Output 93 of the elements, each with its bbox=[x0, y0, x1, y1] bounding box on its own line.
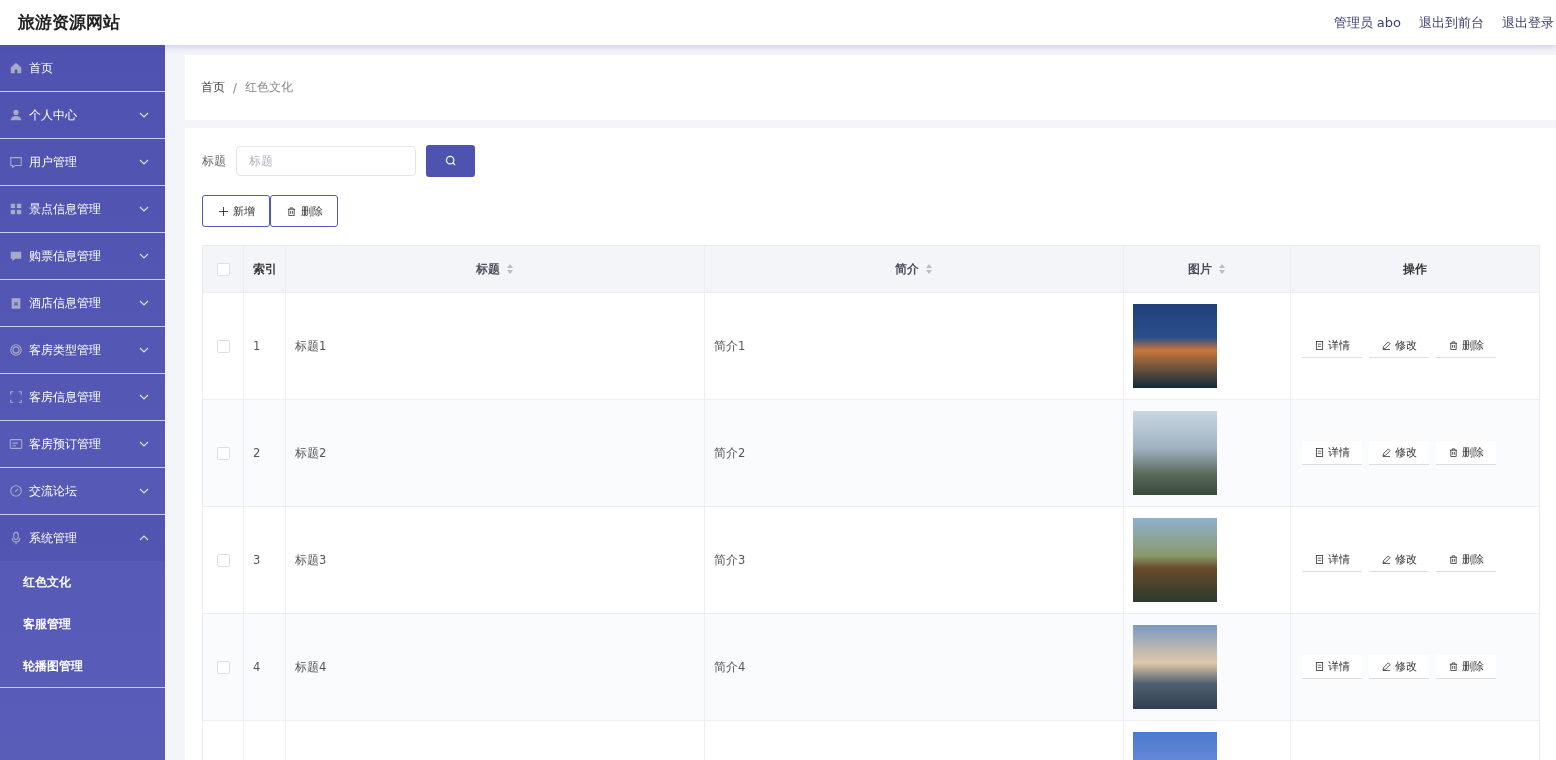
chevron-icon bbox=[139, 394, 149, 400]
sidebar-item[interactable]: 客房预订管理 bbox=[0, 421, 165, 468]
sidebar-item[interactable]: 客房类型管理 bbox=[0, 327, 165, 374]
sidebar-item[interactable]: 景点信息管理 bbox=[0, 186, 165, 233]
plus-icon bbox=[219, 206, 228, 216]
table-cell: 1 bbox=[253, 339, 261, 353]
chevron-icon bbox=[139, 535, 149, 541]
sort-icon[interactable] bbox=[506, 263, 514, 275]
submenu-item[interactable]: 客服管理 bbox=[0, 603, 165, 645]
delete-button[interactable]: 删除 bbox=[1436, 655, 1496, 679]
sidebar-item[interactable]: 首页 bbox=[0, 45, 165, 92]
header-link[interactable]: 退出登录 bbox=[1502, 13, 1554, 32]
trash-icon bbox=[1448, 448, 1458, 457]
delete-button[interactable]: 删除 bbox=[1436, 441, 1496, 465]
edit-button[interactable]: 修改 bbox=[1369, 441, 1429, 465]
compass-icon bbox=[9, 484, 23, 498]
trash-icon bbox=[1448, 341, 1458, 350]
sidebar-item[interactable]: 系统管理 bbox=[0, 515, 165, 561]
ring-icon bbox=[9, 343, 23, 357]
sort-icon[interactable] bbox=[1218, 263, 1226, 275]
trash-icon bbox=[1448, 662, 1458, 671]
frame-icon bbox=[9, 390, 23, 404]
checkbox[interactable] bbox=[216, 339, 230, 353]
trash-icon bbox=[287, 206, 296, 216]
table-cell: 4 bbox=[253, 660, 261, 674]
edit-button[interactable]: 修改 bbox=[1369, 655, 1429, 679]
card-icon bbox=[9, 437, 23, 451]
search-button[interactable] bbox=[426, 145, 475, 177]
table-cell: 标题4 bbox=[295, 659, 327, 675]
pencil-icon bbox=[1381, 341, 1391, 350]
table-cell: 标题2 bbox=[295, 445, 327, 461]
message-icon bbox=[9, 249, 23, 263]
document-icon bbox=[1314, 555, 1324, 564]
sidebar-item[interactable]: 交流论坛 bbox=[0, 468, 165, 515]
checkbox[interactable] bbox=[216, 446, 230, 460]
header-link[interactable]: 管理员 abo bbox=[1333, 13, 1401, 32]
table-cell: 3 bbox=[253, 553, 261, 567]
search-label: 标题 bbox=[202, 153, 226, 169]
chevron-icon bbox=[139, 441, 149, 447]
add-button[interactable]: 新增 bbox=[202, 195, 270, 227]
detail-button[interactable]: 详情 bbox=[1302, 655, 1362, 679]
delete-button[interactable]: 删除 bbox=[270, 195, 338, 227]
chevron-icon bbox=[139, 253, 149, 259]
column-header: 标题 bbox=[476, 261, 500, 277]
document-icon bbox=[1314, 341, 1324, 350]
pencil-icon bbox=[1381, 448, 1391, 457]
breadcrumb-item[interactable]: 首页 bbox=[201, 80, 225, 95]
sidebar-item[interactable]: 用户管理 bbox=[0, 139, 165, 186]
document-icon bbox=[1314, 448, 1324, 457]
sidebar-item[interactable]: 购票信息管理 bbox=[0, 233, 165, 280]
column-header: 简介 bbox=[895, 261, 919, 277]
pencil-icon bbox=[1381, 662, 1391, 671]
table-cell: 2 bbox=[253, 446, 261, 460]
search-icon bbox=[444, 155, 457, 167]
sidebar-item[interactable]: 酒店信息管理 bbox=[0, 280, 165, 327]
sidebar-item[interactable]: 个人中心 bbox=[0, 92, 165, 139]
chevron-icon bbox=[139, 300, 149, 306]
header-link[interactable]: 退出到前台 bbox=[1419, 13, 1484, 32]
sidebar-item[interactable]: 客房信息管理 bbox=[0, 374, 165, 421]
table-cell: 简介3 bbox=[714, 552, 746, 568]
column-header: 操作 bbox=[1403, 261, 1427, 277]
breadcrumb-separator: / bbox=[233, 80, 237, 95]
microphone-icon bbox=[9, 531, 23, 545]
search-field[interactable]: 标题 bbox=[236, 146, 416, 176]
chat-icon bbox=[9, 155, 23, 169]
detail-button[interactable]: 详情 bbox=[1302, 441, 1362, 465]
chevron-icon bbox=[139, 488, 149, 494]
pencil-icon bbox=[1381, 555, 1391, 564]
column-header: 图片 bbox=[1188, 261, 1212, 277]
checkbox[interactable] bbox=[216, 262, 230, 276]
checkbox[interactable] bbox=[216, 553, 230, 567]
table-cell: 标题1 bbox=[295, 338, 327, 354]
grid-icon bbox=[9, 202, 23, 216]
trash-icon bbox=[1448, 555, 1458, 564]
submenu-item[interactable]: 轮播图管理 bbox=[0, 645, 165, 687]
table-cell: 简介2 bbox=[714, 445, 746, 461]
table-cell: 简介1 bbox=[714, 338, 746, 354]
column-header: 索引 bbox=[253, 261, 277, 277]
table-cell: 标题3 bbox=[295, 552, 327, 568]
chevron-icon bbox=[139, 206, 149, 212]
site-title: 旅游资源网站 bbox=[18, 11, 120, 34]
document-icon bbox=[1314, 662, 1324, 671]
clipboard-icon bbox=[9, 296, 23, 310]
breadcrumb-item: 红色文化 bbox=[244, 80, 293, 95]
user-icon bbox=[9, 108, 23, 122]
checkbox[interactable] bbox=[216, 660, 230, 674]
sort-icon[interactable] bbox=[925, 263, 933, 275]
home-icon bbox=[9, 61, 23, 75]
table-cell: 简介4 bbox=[714, 659, 746, 675]
chevron-icon bbox=[139, 159, 149, 165]
chevron-icon bbox=[139, 347, 149, 353]
submenu-item[interactable]: 红色文化 bbox=[0, 561, 165, 603]
chevron-icon bbox=[139, 112, 149, 118]
